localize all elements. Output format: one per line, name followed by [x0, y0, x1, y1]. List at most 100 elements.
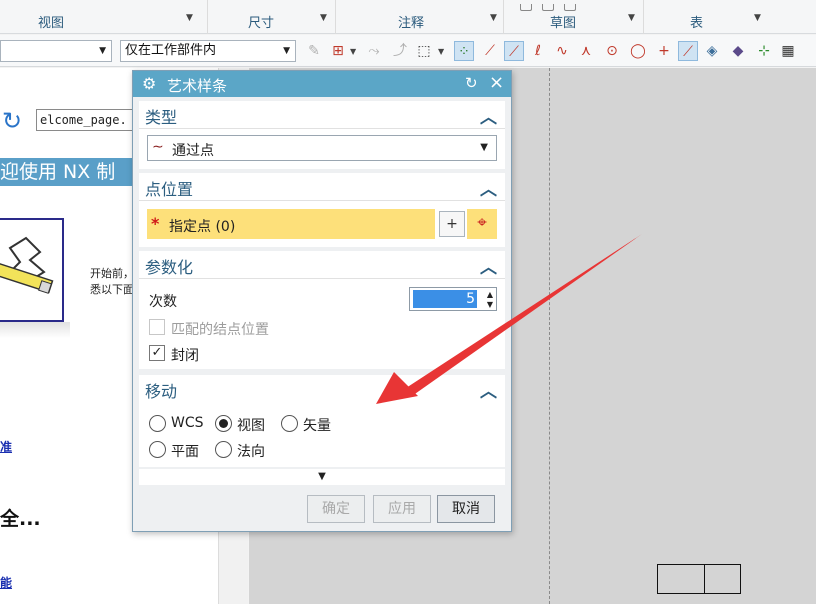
more-options-toggle[interactable]: ▼ [139, 469, 505, 485]
scope-filter-combo[interactable]: 仅在工作部件内 ▼ [120, 40, 296, 62]
degree-value[interactable]: 5 [413, 290, 477, 308]
radio-plane-label: 平面 [171, 444, 199, 460]
ribbon-group-annotation[interactable]: 注释 ▼ [336, 0, 504, 34]
selection-toolbar: ▼ 仅在工作部件内 ▼ ✎ ⊞ ▼ ⤳ ⤴ ⬚ ▼ ⁘ ⟋ ⟋ ℓ ∿ ⋏ ⊙ … [0, 35, 816, 67]
refresh-icon[interactable]: ↻ [2, 108, 28, 134]
table-icon[interactable]: ▦ [778, 41, 798, 61]
select-feature-icon[interactable]: ✎ [304, 41, 324, 61]
gear-icon: ⚙ [142, 74, 157, 93]
mid-point-icon[interactable]: ⟋ [504, 41, 524, 61]
title-block-shape[interactable] [657, 564, 741, 594]
chevron-down-icon[interactable]: ▼ [438, 47, 444, 56]
specify-point-row[interactable]: * 指定点 (0) [147, 209, 435, 239]
studio-spline-dialog: ⚙ 艺术样条 ↻ × 类型 ︿ ∼ 通过点 ▼ 点位置 ︿ * 指定点 (0) … [132, 70, 512, 532]
ribbon-group-sketch[interactable]: 草图 ▼ [504, 0, 644, 34]
control-point-icon[interactable]: ℓ [528, 41, 548, 61]
dialog-titlebar[interactable]: ⚙ 艺术样条 ↻ × [133, 71, 511, 97]
spline-type-value: 通过点 [172, 143, 214, 159]
specify-point-label: 指定点 (0) [169, 219, 236, 235]
point-on-face-icon[interactable]: ◈ [702, 41, 722, 61]
radio-view[interactable] [215, 415, 232, 432]
intersection-icon[interactable]: ∿ [552, 41, 572, 61]
chevron-up-icon[interactable]: ︿ [480, 103, 497, 128]
quadrant-point-icon[interactable]: ◯ [628, 41, 648, 61]
welcome-banner: 迎使用 NX 制 [0, 158, 134, 186]
degree-label: 次数 [149, 294, 177, 310]
web-heading: 全... [0, 508, 41, 530]
existing-point-icon[interactable]: + [654, 41, 674, 61]
apply-button[interactable]: 应用 [373, 495, 431, 523]
section-title: 点位置 [145, 180, 194, 199]
chevron-down-icon[interactable]: ▼ [186, 13, 193, 23]
sheet-border-line [549, 68, 550, 604]
spline-type-select[interactable]: ∼ 通过点 ▼ [147, 135, 497, 161]
chevron-down-icon[interactable]: ▼ [754, 13, 761, 23]
required-star-icon: * [151, 214, 160, 233]
chevron-up-icon[interactable]: ︿ [480, 253, 497, 278]
radio-wcs[interactable] [149, 415, 166, 432]
degree-stepper[interactable]: 5 ▲ ▼ [409, 287, 497, 311]
web-link[interactable]: 准 [0, 438, 12, 455]
ribbon-group-label: 表 [690, 16, 704, 31]
rectangle-select-icon[interactable]: ⬚ [414, 41, 434, 61]
ribbon-group-dimension[interactable]: 尺寸 ▼ [208, 0, 336, 34]
section-title: 移动 [145, 382, 178, 401]
move-section: 移动 ︿ WCS 视图 矢量 平面 法向 [139, 375, 505, 467]
arc-center-icon[interactable]: ⋏ [576, 41, 596, 61]
illustration-shadow [0, 322, 70, 338]
end-point-icon[interactable]: ⟋ [480, 41, 500, 61]
closed-label: 封闭 [171, 348, 199, 364]
radio-vector[interactable] [281, 415, 298, 432]
dialog-title: 艺术样条 [167, 77, 228, 95]
chevron-down-icon: ▼ [480, 142, 488, 153]
parameterization-section: 参数化 ︿ 次数 5 ▲ ▼ 匹配的结点位置 ✓ 封闭 [139, 251, 505, 369]
chevron-down-icon[interactable]: ▼ [350, 47, 356, 56]
ribbon: 视图 ▼ 尺寸 ▼ 注释 ▼ 草图 ▼ 表 ▼ [0, 0, 816, 34]
cancel-button[interactable]: 取消 [437, 495, 495, 523]
add-point-icon[interactable]: ⊹ [754, 41, 774, 61]
ribbon-group-view[interactable]: 视图 ▼ [0, 0, 208, 34]
ribbon-group-table[interactable]: 表 ▼ [644, 0, 816, 34]
chevron-up-icon[interactable]: ︿ [480, 377, 497, 402]
chevron-down-icon[interactable]: ▼ [628, 13, 635, 23]
chevron-down-icon[interactable]: ▼ [320, 13, 327, 23]
ribbon-group-label: 尺寸 [248, 16, 275, 31]
ribbon-group-label: 草图 [550, 16, 577, 31]
type-section-header[interactable]: 类型 ︿ [139, 101, 505, 129]
section-title: 类型 [145, 108, 178, 127]
crosshair-icon[interactable]: ⌖ [467, 209, 497, 239]
intro-line: 开始前， [90, 267, 134, 280]
param-section-header[interactable]: 参数化 ︿ [139, 251, 505, 279]
type-section: 类型 ︿ ∼ 通过点 ▼ [139, 101, 505, 169]
scope-filter-value: 仅在工作部件内 [125, 43, 217, 58]
ribbon-group-label: 注释 [398, 16, 425, 31]
closed-checkbox[interactable]: ✓ [149, 345, 165, 361]
point-dialog-button[interactable]: + [439, 211, 465, 237]
match-knots-label: 匹配的结点位置 [171, 322, 269, 338]
chevron-down-icon[interactable]: ▼ [487, 300, 493, 309]
reset-icon[interactable]: ↻ [465, 74, 478, 92]
match-knots-checkbox[interactable] [149, 319, 165, 335]
circle-center-icon[interactable]: ⊙ [602, 41, 622, 61]
tangent-curves-icon[interactable]: ⤴ [390, 41, 410, 61]
radio-normal[interactable] [215, 441, 232, 458]
snap-points-icon[interactable]: ⁘ [454, 41, 474, 61]
move-section-header[interactable]: 移动 ︿ [139, 375, 505, 403]
point-section-header[interactable]: 点位置 ︿ [139, 173, 505, 201]
chevron-down-icon: ▼ [99, 46, 106, 56]
ok-button[interactable]: 确定 [307, 495, 365, 523]
spline-icon: ∼ [152, 139, 164, 155]
type-filter-combo[interactable]: ▼ [0, 40, 112, 62]
radio-plane[interactable] [149, 441, 166, 458]
chevron-down-icon[interactable]: ▼ [490, 13, 497, 23]
chevron-up-icon[interactable]: ▲ [487, 290, 493, 299]
point-on-curve-icon[interactable]: ⟋ [678, 41, 698, 61]
url-field[interactable]: elcome_page. [36, 109, 134, 131]
bounded-grid-icon[interactable]: ◆ [728, 41, 748, 61]
chevron-up-icon[interactable]: ︿ [480, 175, 497, 200]
close-icon[interactable]: × [489, 72, 504, 93]
radio-view-label: 视图 [237, 418, 265, 434]
web-link[interactable]: 能 [0, 574, 12, 591]
connected-curves-icon[interactable]: ⤳ [364, 41, 384, 61]
select-box-icon[interactable]: ⊞ [328, 41, 348, 61]
